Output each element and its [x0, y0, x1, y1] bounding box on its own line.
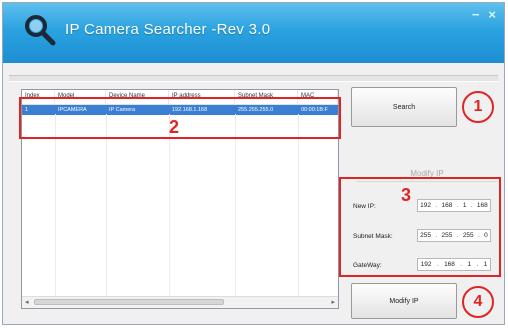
subnet-octet-2[interactable]: 255: [441, 232, 452, 239]
horizontal-scrollbar[interactable]: ◂ ▸: [22, 296, 338, 308]
scroll-right-icon[interactable]: ▸: [331, 298, 335, 306]
app-window: IP Camera Searcher -Rev 3.0 − × Index Mo…: [2, 2, 505, 325]
search-button[interactable]: Search: [351, 87, 457, 127]
gateway-field[interactable]: 192. 168. 1. 1: [417, 258, 491, 271]
gateway-octet-3[interactable]: 1: [467, 261, 471, 268]
new-ip-octet-3[interactable]: 1: [463, 202, 467, 209]
subnet-mask-field[interactable]: 255. 255. 255. 0: [417, 229, 491, 242]
minimize-button[interactable]: −: [472, 7, 480, 22]
gateway-octet-1[interactable]: 192: [421, 261, 432, 268]
window-title: IP Camera Searcher -Rev 3.0: [65, 21, 271, 38]
subnet-octet-3[interactable]: 255: [463, 232, 474, 239]
subnet-octet-1[interactable]: 255: [420, 232, 431, 239]
gateway-label: GateWay:: [353, 262, 382, 269]
gateway-octet-4[interactable]: 1: [484, 261, 488, 268]
new-ip-octet-1[interactable]: 192: [420, 202, 431, 209]
new-ip-octet-2[interactable]: 168: [441, 202, 452, 209]
subnet-octet-4[interactable]: 0: [484, 232, 488, 239]
new-ip-label: New IP:: [353, 203, 376, 210]
annotation-1: 1: [462, 91, 494, 123]
magnifier-icon: [25, 15, 56, 46]
gateway-octet-2[interactable]: 168: [444, 261, 455, 268]
annotation-box-2: [19, 97, 341, 139]
scrollbar-thumb[interactable]: [34, 299, 224, 305]
new-ip-field[interactable]: 192. 168. 1. 168: [417, 199, 491, 212]
new-ip-octet-4[interactable]: 168: [477, 202, 488, 209]
close-button[interactable]: ×: [488, 7, 496, 22]
subnet-mask-label: Subnet Mask:: [353, 233, 393, 240]
annotation-2: 2: [169, 117, 180, 137]
title-bar: IP Camera Searcher -Rev 3.0 − ×: [3, 3, 504, 63]
scroll-left-icon[interactable]: ◂: [25, 298, 29, 306]
grid-lines: [22, 114, 338, 296]
annotation-4: 4: [462, 286, 494, 318]
modify-ip-button[interactable]: Modify IP: [351, 283, 457, 319]
annotation-3: 3: [401, 185, 412, 205]
separator: [9, 75, 498, 82]
